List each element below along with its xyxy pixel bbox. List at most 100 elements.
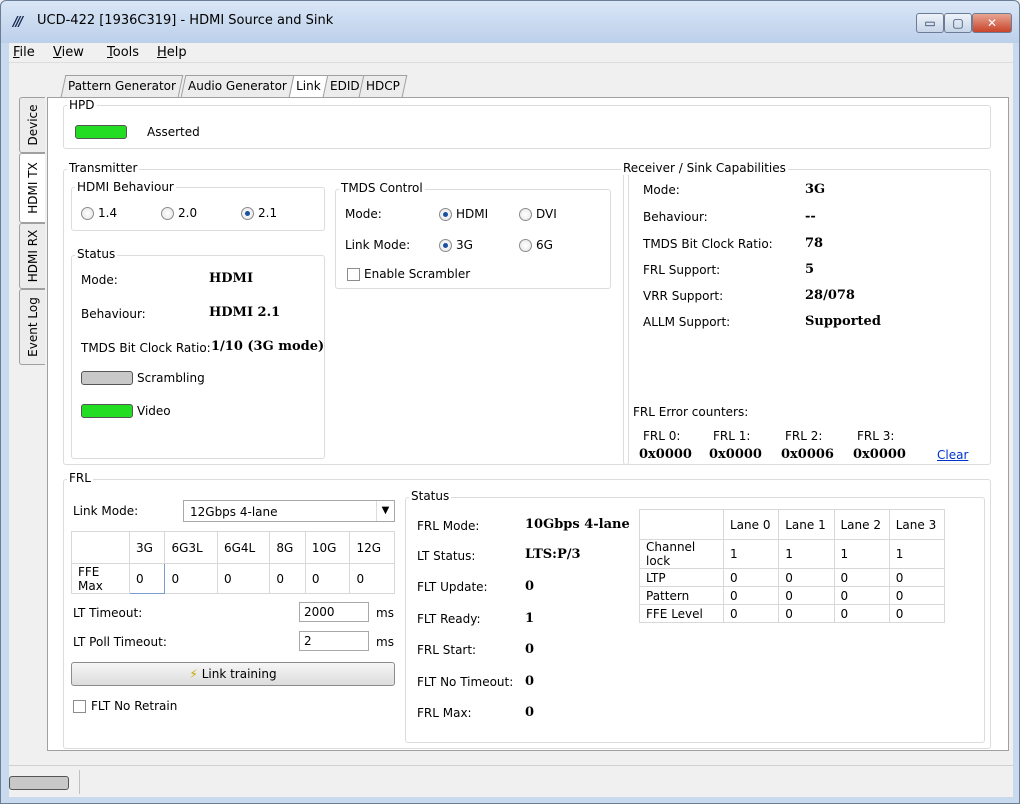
menu-file[interactable]: File	[13, 45, 35, 60]
side-tab-device[interactable]: Device	[19, 97, 45, 153]
ffe-cell[interactable]: 0	[269, 563, 306, 594]
tx-mode-label: Mode:	[81, 273, 118, 287]
ffe-header-cell: 6G3L	[164, 531, 218, 564]
ffe-max-row: FFE Max 0 0 0 0 0 0	[71, 563, 395, 594]
side-tab-hdmi-rx[interactable]: HDMI RX	[19, 223, 45, 289]
ffe-header-cell: 10G	[304, 531, 351, 564]
frl-status-value: 1	[525, 611, 535, 626]
rx-label: Mode:	[643, 183, 680, 197]
ffe-cell[interactable]: 0	[164, 563, 218, 594]
lane-header-cell: Lane 1	[778, 509, 835, 540]
frl-error-title: FRL Error counters:	[633, 405, 749, 419]
rx-value: 5	[805, 262, 815, 277]
rx-label: ALLM Support:	[643, 315, 731, 329]
tmds-link-radio-6g[interactable]	[519, 239, 532, 252]
lane-header-cell: Lane 3	[888, 509, 946, 540]
table-row: Channel lock 1 1 1 1	[639, 539, 946, 569]
frl-error-label: FRL 2:	[785, 429, 823, 443]
frl-status-value: 0	[525, 705, 535, 720]
scrambling-led	[81, 371, 133, 385]
lane-row-label: LTP	[639, 568, 724, 587]
rx-label: TMDS Bit Clock Ratio:	[643, 237, 773, 251]
rx-value: --	[805, 209, 816, 224]
lane-cell: 1	[722, 539, 780, 569]
frl-link-mode-select[interactable]: 12Gbps 4-lane ▼	[183, 500, 395, 522]
frl-status-label: FLT Update:	[417, 580, 488, 594]
receiver-group-title: Receiver / Sink Capabilities	[621, 161, 788, 175]
ffe-header-cell: 12G	[349, 531, 395, 564]
table-row: Pattern 0 0 0 0	[639, 586, 946, 605]
ffe-cell[interactable]: 0	[349, 563, 395, 594]
lane-cell: 0	[722, 604, 780, 623]
frl-error-label: FRL 1:	[713, 429, 751, 443]
ffe-cell[interactable]: 0	[216, 563, 271, 594]
frl-error-value: 0x0000	[639, 447, 692, 462]
flt-no-retrain-checkbox[interactable]	[73, 700, 86, 713]
frl-error-label: FRL 3:	[857, 429, 895, 443]
rx-value: 28/078	[805, 288, 855, 303]
lane-cell: 0	[722, 586, 780, 605]
tx-status-title: Status	[75, 247, 118, 261]
tx-mode-value: HDMI	[209, 271, 254, 286]
close-button[interactable]: ✕	[972, 13, 1012, 33]
table-row: LTP 0 0 0 0	[639, 568, 946, 587]
transmitter-group-title: Transmitter	[67, 161, 140, 175]
tmds-mode-radio-dvi[interactable]	[519, 208, 532, 221]
tmds-mode-label-dvi: DVI	[536, 207, 557, 221]
frl-error-label: FRL 0:	[643, 429, 681, 443]
frl-status-value: 0	[525, 642, 535, 657]
status-divider	[79, 770, 80, 794]
status-bar	[9, 765, 1013, 797]
menu-bar: File View Tools Help	[9, 43, 1013, 63]
side-tab-hdmi-tx[interactable]: HDMI TX	[19, 153, 45, 223]
ffe-header-cell	[71, 531, 130, 564]
menu-view[interactable]: View	[53, 45, 84, 60]
ffe-cell[interactable]: 0	[128, 563, 166, 594]
hpd-group-title: HPD	[67, 98, 97, 112]
clear-errors-link[interactable]: Clear	[937, 448, 968, 462]
tmds-mode-radio-hdmi[interactable]	[439, 208, 452, 221]
lane-cell: 0	[833, 586, 890, 605]
lightning-icon: ⚡	[189, 667, 198, 681]
menu-tools[interactable]: Tools	[107, 45, 139, 60]
link-training-label: Link training	[201, 667, 277, 681]
tmds-link-radio-3g[interactable]	[439, 239, 452, 252]
lane-cell: 0	[778, 568, 835, 587]
status-led	[9, 776, 69, 790]
behaviour-radio-2-1[interactable]	[241, 207, 254, 220]
rx-value: 78	[805, 236, 824, 251]
behaviour-radio-1-4[interactable]	[81, 207, 94, 220]
menu-help[interactable]: Help	[157, 45, 187, 60]
enable-scrambler-label: Enable Scrambler	[364, 267, 471, 281]
frl-status-label: FLT Ready:	[417, 612, 481, 626]
lt-timeout-label: LT Timeout:	[73, 606, 143, 620]
tx-ratio-label: TMDS Bit Clock Ratio:	[81, 341, 211, 355]
tmds-mode-label-hdmi: HDMI	[456, 207, 489, 221]
side-tab-event-log[interactable]: Event Log	[19, 289, 45, 365]
enable-scrambler-checkbox[interactable]	[347, 268, 360, 281]
ffe-cell[interactable]: 0	[304, 563, 351, 594]
ffe-header-cell: 6G4L	[216, 531, 271, 564]
lt-timeout-input[interactable]: 2000	[299, 602, 369, 622]
frl-status-label: FRL Max:	[417, 706, 472, 720]
ffe-table: 3G 6G3L 6G4L 8G 10G 12G FFE Max 0 0 0 0 …	[71, 531, 395, 594]
app-window: /// UCD-422 [1936C319] - HDMI Source and…	[0, 0, 1020, 804]
minimize-button[interactable]: ▭	[916, 13, 944, 33]
lane-cell: 1	[778, 539, 835, 569]
tmds-link-label-3g: 3G	[456, 238, 473, 252]
maximize-button[interactable]: ▢	[944, 13, 972, 33]
lane-header-row: Lane 0 Lane 1 Lane 2 Lane 3	[639, 509, 946, 540]
video-label: Video	[137, 404, 171, 418]
frl-status-value: 0	[525, 579, 535, 594]
link-training-button[interactable]: ⚡ Link training	[71, 662, 395, 686]
lane-header-cell: Lane 2	[833, 509, 890, 540]
tab-audio-generator[interactable]: Audio Generator	[180, 75, 295, 97]
lt-poll-input[interactable]: 2	[299, 631, 369, 651]
tab-hdcp[interactable]: HDCP	[358, 75, 408, 97]
tab-pattern-generator[interactable]: Pattern Generator	[60, 75, 184, 97]
lane-row-label: FFE Level	[639, 604, 724, 623]
frl-status-title: Status	[409, 489, 452, 503]
lane-cell: 0	[833, 568, 890, 587]
hpd-group	[63, 105, 991, 149]
behaviour-radio-2-0[interactable]	[161, 207, 174, 220]
